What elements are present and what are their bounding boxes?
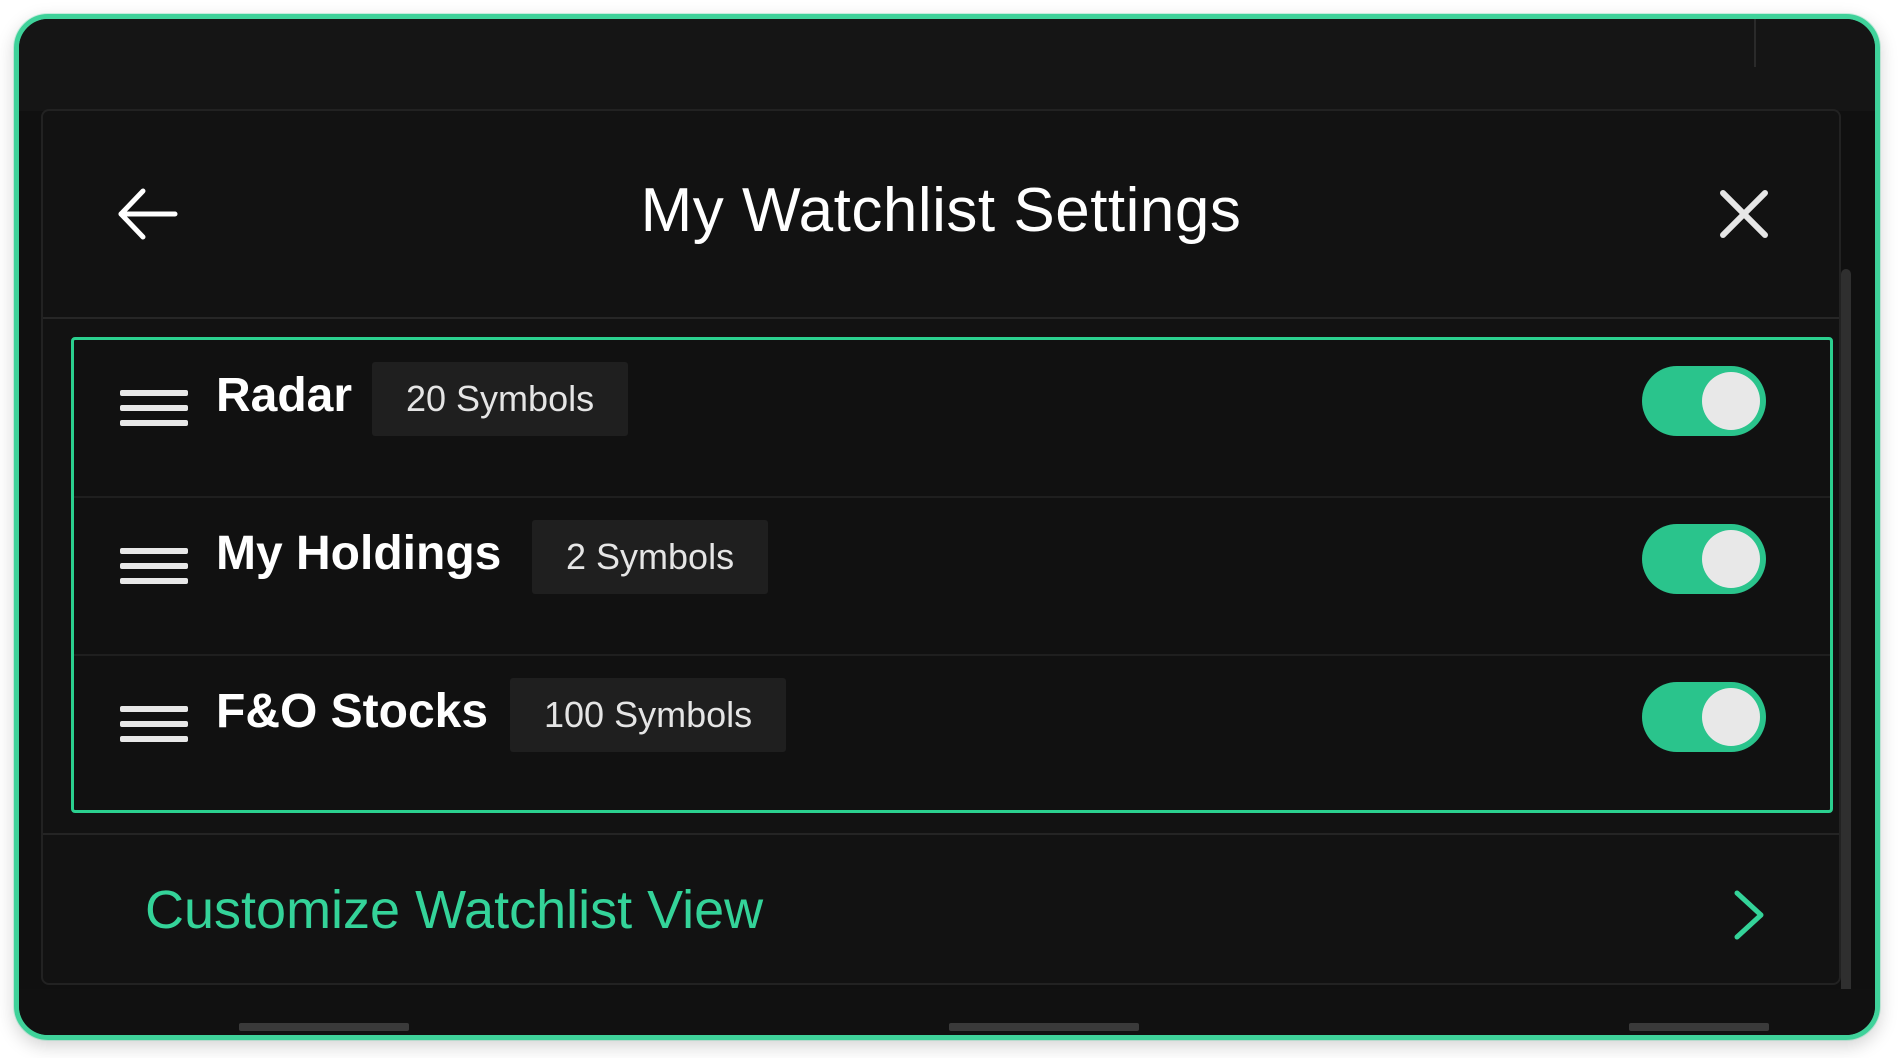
watchlist-name: F&O Stocks (216, 685, 489, 738)
scrollbar[interactable] (1841, 269, 1851, 1029)
bottom-placeholder (949, 1023, 1139, 1031)
close-icon (1720, 190, 1768, 238)
symbol-count-badge: 20 Symbols (372, 362, 629, 436)
list-item: Radar 20 Symbols (74, 340, 1830, 498)
app-window: My Watchlist Settings Radar 20 Symbols M… (14, 14, 1880, 1040)
symbol-count-badge: 2 Symbols (532, 520, 769, 594)
drag-handle-icon[interactable] (120, 542, 190, 592)
list-item: My Holdings 2 Symbols (74, 498, 1830, 656)
watchlist-list: Radar 20 Symbols My Holdings 2 Symbols F… (71, 337, 1833, 813)
watchlist-name: Radar (216, 369, 353, 422)
bottom-placeholder (239, 1023, 409, 1031)
bottom-placeholder (1629, 1023, 1769, 1031)
watchlist-toggle[interactable] (1642, 366, 1766, 436)
watchlist-toggle[interactable] (1642, 524, 1766, 594)
watchlist-toggle[interactable] (1642, 682, 1766, 752)
bottom-area (19, 989, 1875, 1035)
symbol-count-badge: 100 Symbols (510, 678, 787, 752)
toggle-knob (1702, 530, 1760, 588)
list-item: F&O Stocks 100 Symbols (74, 656, 1830, 814)
top-bar (19, 19, 1875, 111)
drag-handle-icon[interactable] (120, 384, 190, 434)
watchlist-name: My Holdings (216, 527, 502, 580)
toggle-knob (1702, 372, 1760, 430)
drag-handle-icon[interactable] (120, 700, 190, 750)
watchlist-settings-panel: My Watchlist Settings Radar 20 Symbols M… (41, 109, 1841, 985)
panel-header: My Watchlist Settings (43, 111, 1839, 319)
page-title: My Watchlist Settings (640, 176, 1242, 245)
chevron-right-icon (1734, 890, 1764, 940)
customize-watchlist-view-button[interactable]: Customize Watchlist View (43, 833, 1839, 985)
topbar-divider (1754, 19, 1756, 67)
toggle-knob (1702, 688, 1760, 746)
close-button[interactable] (1709, 179, 1779, 249)
customize-label: Customize Watchlist View (145, 880, 764, 940)
